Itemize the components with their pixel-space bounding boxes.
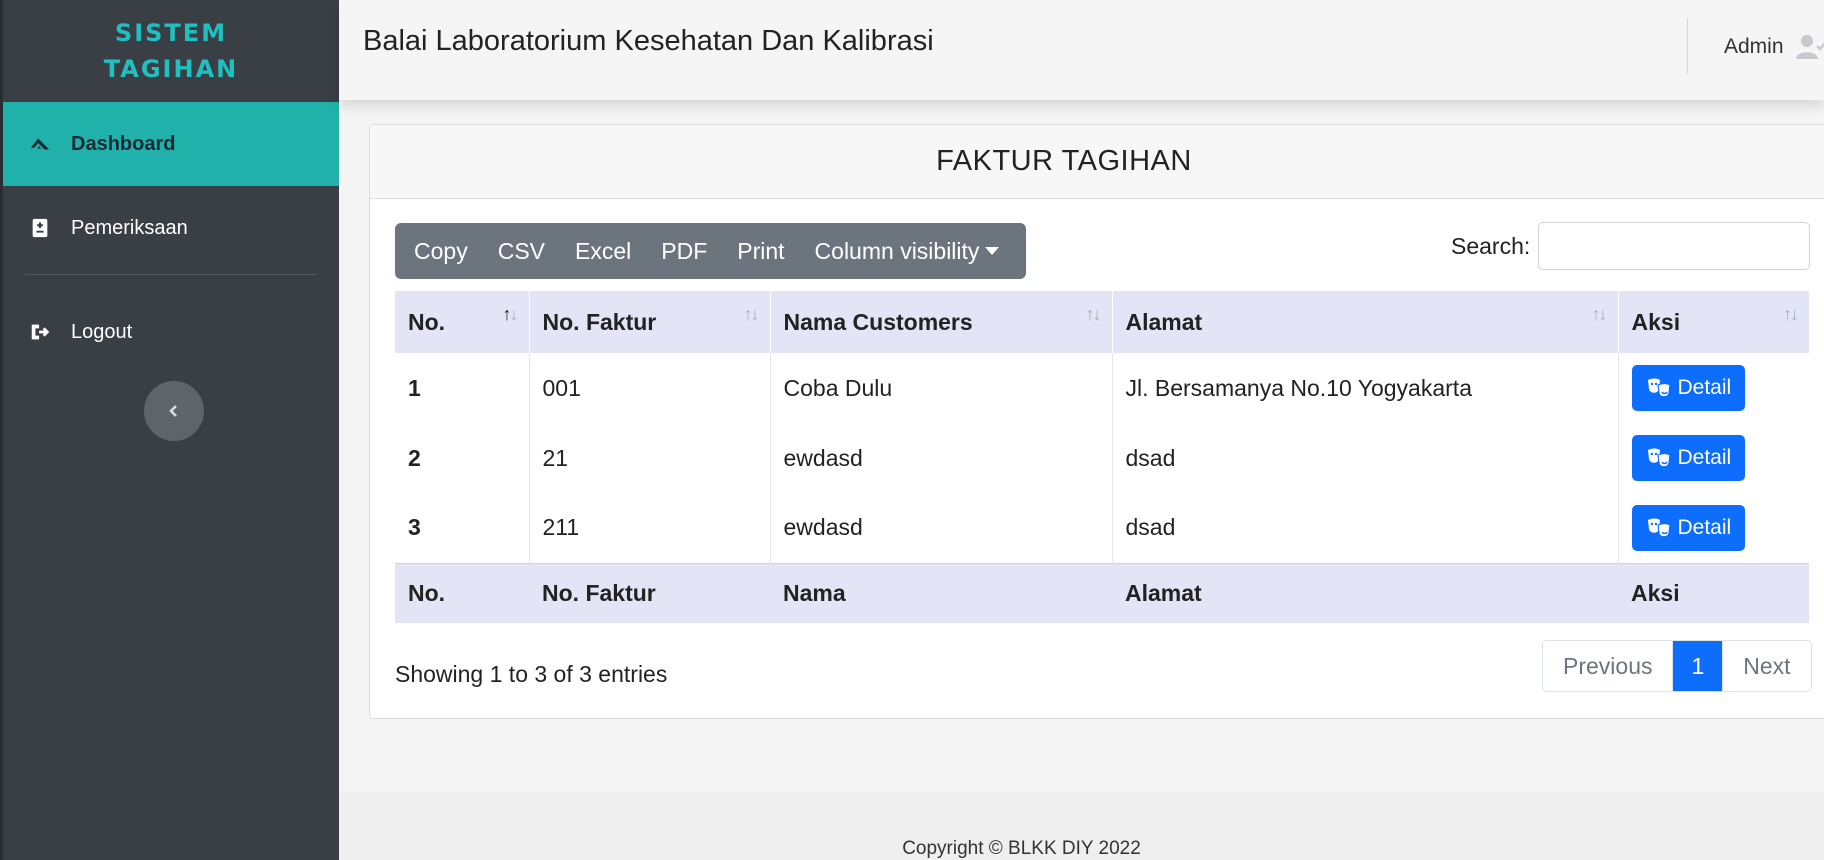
cell-nama: ewdasd <box>770 493 1113 563</box>
footer-faktur: No. Faktur <box>529 562 770 623</box>
user-name: Admin <box>1724 35 1784 58</box>
cell-nama: ewdasd <box>770 423 1113 493</box>
cell-faktur: 211 <box>529 493 771 563</box>
cell-alamat: Jl. Bersamanya No.10 Yogyakarta <box>1112 353 1619 423</box>
table-row: 3 211 ewdasd dsad Detail <box>395 493 1809 563</box>
table-row: 2 21 ewdasd dsad Detail <box>395 423 1809 493</box>
sidebar: SISTEM TAGIHAN Dashboard Pemeriksaan Log… <box>0 0 339 860</box>
brand-name: SISTEM TAGIHAN <box>103 19 239 83</box>
cell-faktur: 21 <box>529 423 771 493</box>
column-header-aksi[interactable]: Aksi ↑↓ <box>1618 291 1809 353</box>
column-visibility-button[interactable]: Column visibility <box>804 238 1011 265</box>
logo-icon <box>29 133 51 155</box>
sort-asc-icon: ↑↓ <box>502 304 519 324</box>
table-info: Showing 1 to 3 of 3 entries <box>395 661 668 687</box>
cell-nama: Coba Dulu <box>770 353 1113 423</box>
footer-aksi: Aksi <box>1618 562 1809 623</box>
sort-icon: ↑↓ <box>1783 304 1799 324</box>
page-title: Balai Laboratorium Kesehatan Dan Kalibra… <box>363 25 934 57</box>
detail-button[interactable]: Detail <box>1631 504 1746 551</box>
table-header-row: No. ↑↓ No. Faktur ↑↓ Nama Customers ↑↓ Alam… <box>395 291 1809 353</box>
brand[interactable]: SISTEM TAGIHAN <box>3 0 339 102</box>
csv-button[interactable]: CSV <box>487 238 556 265</box>
cell-alamat: dsad <box>1112 493 1619 563</box>
cell-no: 1 <box>395 353 530 423</box>
invoice-card: FAKTUR TAGIHAN Copy CSV Excel PDF Print … <box>369 124 1824 719</box>
cell-aksi: Detail <box>1618 353 1809 423</box>
page-1-button[interactable]: 1 <box>1672 641 1723 691</box>
logout-icon <box>29 321 51 343</box>
cell-no: 2 <box>395 423 530 493</box>
excel-button[interactable]: Excel <box>564 238 642 265</box>
column-header-nama[interactable]: Nama Customers ↑↓ <box>770 291 1113 353</box>
copy-button[interactable]: Copy <box>403 238 479 265</box>
sidebar-item-logout[interactable]: Logout <box>3 297 339 367</box>
cell-no: 3 <box>395 493 530 563</box>
detail-button[interactable]: Detail <box>1631 435 1746 481</box>
search-label: Search: <box>1451 233 1531 259</box>
sort-icon: ↑↓ <box>1591 304 1608 324</box>
sidebar-item-label: Logout <box>71 320 133 343</box>
table-footer-row: No. No. Faktur Nama Alamat Aksi <box>395 562 1809 623</box>
detail-button-label: Detail <box>1677 376 1732 399</box>
detail-button[interactable]: Detail <box>1631 365 1746 411</box>
cell-aksi: Detail <box>1618 493 1809 563</box>
detail-button-label: Detail <box>1677 515 1732 539</box>
chevron-left-icon <box>169 405 177 417</box>
theater-masks-icon <box>1647 448 1671 468</box>
column-header-alamat[interactable]: Alamat ↑↓ <box>1112 291 1619 353</box>
invoice-table: No. ↑↓ No. Faktur ↑↓ Nama Customers ↑↓ Alam… <box>395 291 1809 623</box>
topbar: Balai Laboratorium Kesehatan Dan Kalibra… <box>339 0 1824 100</box>
previous-page-button[interactable]: Previous <box>1543 641 1673 691</box>
pagination: Previous 1 Next <box>1542 640 1812 692</box>
sort-icon: ↑↓ <box>1085 304 1102 324</box>
user-check-icon <box>1795 35 1824 59</box>
cell-alamat: dsad <box>1112 423 1619 493</box>
column-header-no[interactable]: No. ↑↓ <box>395 291 530 353</box>
theater-masks-icon <box>1647 518 1671 538</box>
copyright-text: Copyright © BLKK DIY 2022 <box>902 838 1141 859</box>
cell-aksi: Detail <box>1618 423 1809 493</box>
export-button-group: Copy CSV Excel PDF Print Column visibili… <box>395 223 1027 279</box>
cell-faktur: 001 <box>529 353 771 423</box>
footer-nama: Nama <box>770 562 1112 623</box>
footer-no: No. <box>395 562 529 623</box>
column-header-faktur[interactable]: No. Faktur ↑↓ <box>529 291 771 353</box>
card-title: FAKTUR TAGIHAN <box>936 145 1192 177</box>
sidebar-item-label: Pemeriksaan <box>71 216 188 239</box>
medical-file-icon <box>29 217 51 239</box>
sidebar-item-label: Dashboard <box>71 132 176 155</box>
footer: Copyright © BLKK DIY 2022 <box>339 792 1824 860</box>
sidebar-toggle-button[interactable] <box>144 381 204 441</box>
next-page-button[interactable]: Next <box>1722 641 1811 691</box>
sidebar-item-dashboard[interactable]: Dashboard <box>3 102 339 186</box>
detail-button-label: Detail <box>1677 446 1732 469</box>
footer-alamat: Alamat <box>1112 562 1618 623</box>
pdf-button[interactable]: PDF <box>650 238 718 265</box>
card-header: FAKTUR TAGIHAN <box>370 125 1824 199</box>
caret-down-icon <box>985 247 1000 255</box>
column-visibility-label: Column visibility <box>814 237 980 264</box>
search-input[interactable] <box>1538 222 1810 270</box>
theater-masks-icon <box>1647 378 1671 398</box>
topbar-divider <box>1687 18 1688 74</box>
sidebar-item-pemeriksaan[interactable]: Pemeriksaan <box>3 186 339 270</box>
table-row: 1 001 Coba Dulu Jl. Bersamanya No.10 Yog… <box>395 353 1809 423</box>
user-menu[interactable]: Admin <box>1724 34 1824 60</box>
sidebar-divider <box>25 274 317 275</box>
sort-icon: ↑↓ <box>743 304 760 324</box>
print-button[interactable]: Print <box>726 238 795 265</box>
